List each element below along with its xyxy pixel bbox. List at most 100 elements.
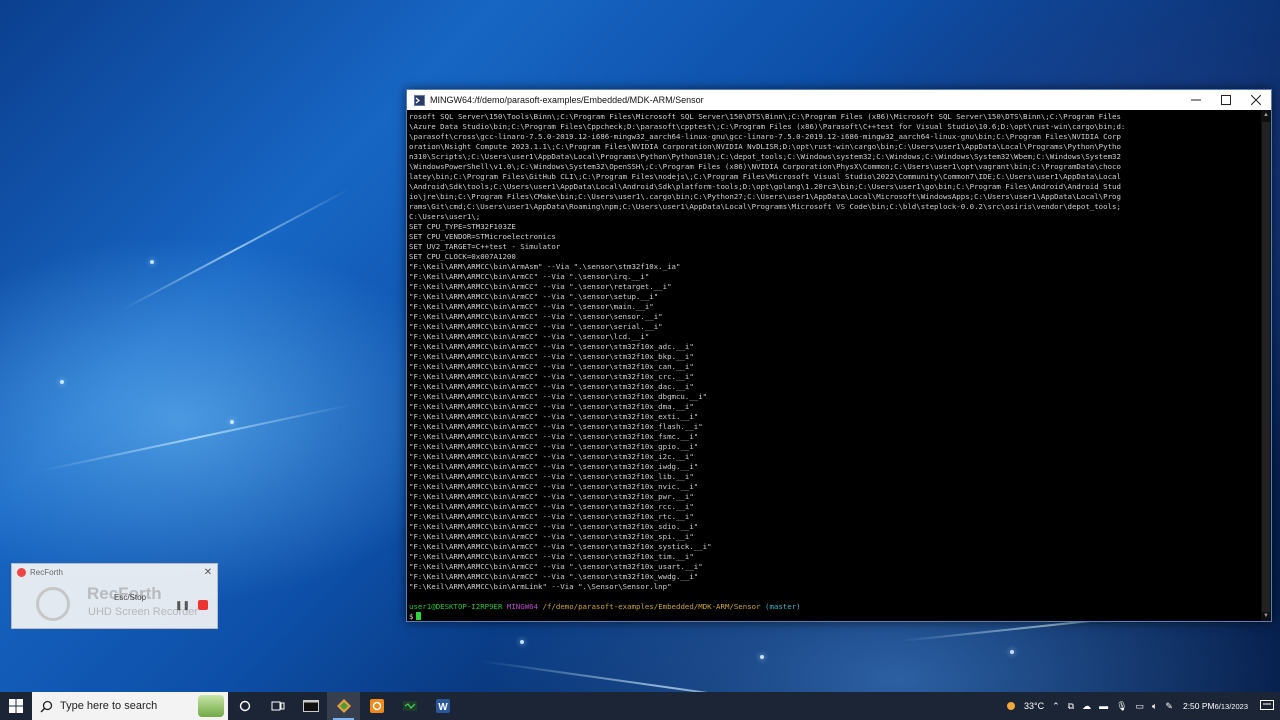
terminal-line: "F:\Keil\ARM\ARMCC\bin\ArmAsm" --Via ".\… [409,262,681,271]
git-icon[interactable] [327,692,360,720]
cortana-icon[interactable] [228,692,261,720]
terminal-line: "F:\Keil\ARM\ARMCC\bin\ArmCC" --Via ".\s… [409,562,703,571]
prompt-symbol: $ [409,612,414,621]
weather-temp: 33°C [1023,701,1045,711]
wallpaper-streak [39,403,354,472]
prompt-system: MINGW64 [506,602,539,611]
terminal-line: \Android\Sdk\tools;C:\Users\user1\AppDat… [409,182,1121,191]
terminal-line: rosoft SQL Server\150\Tools\Binn\;C:\Pro… [409,112,1121,121]
notification-icon[interactable] [1254,700,1280,712]
recorder-titlebar: RecForth ✕ [12,564,217,581]
terminal-line: "F:\Keil\ARM\ARMCC\bin\ArmCC" --Via ".\s… [409,392,708,401]
recorder-hint: Esc/Stop [114,593,147,602]
terminal-line: "F:\Keil\ARM\ARMCC\bin\ArmCC" --Via ".\s… [409,432,699,441]
terminal-line: "F:\Keil\ARM\ARMCC\bin\ArmCC" --Via ".\s… [409,472,694,481]
recorder-widget[interactable]: RecForth ✕ RecForth UHD Screen Recorder … [11,563,218,629]
tray-expand-icon[interactable]: ⌃ [1048,701,1064,712]
close-button[interactable] [1241,90,1271,110]
terminal-output[interactable]: rosoft SQL Server\150\Tools\Binn\;C:\Pro… [407,110,1261,621]
wallpaper-dot [520,640,524,644]
svg-text:W: W [438,702,448,713]
system-tray: 33°C ⌃ ⧉ ☁ ▬ 🎙︎ ▭ 🔈︎ ✎ 2:50 PM 6/13/2023 [1000,692,1280,720]
terminal-titlebar[interactable]: MINGW64:/f/demo/parasoft-examples/Embedd… [407,90,1271,110]
wallpaper-dot [60,380,64,384]
taskbar-search[interactable]: Type here to search [32,692,228,720]
terminal-line: "F:\Keil\ARM\ARMCC\bin\ArmCC" --Via ".\s… [409,292,659,301]
terminal-line: latey\bin;C:\Program Files\GitHub CLI\;C… [409,172,1121,181]
wallpaper-dot [760,655,764,659]
terminal-line: SET CPU_CLOCK=0x007A1200 [409,252,516,261]
terminal-line: \parasoft\cross\gcc-linaro-7.5.0-2019.12… [409,132,1121,141]
terminal-line: io\jre\bin;C:\Program Files\CMake\bin;C:… [409,192,1121,201]
start-button[interactable] [0,692,32,720]
terminal-line: "F:\Keil\ARM\ARMCC\bin\ArmCC" --Via ".\s… [409,462,699,471]
terminal-line: \WindowsPowerShell\v1.0\;C:\Windows\Syst… [409,162,1121,171]
terminal-line: "F:\Keil\ARM\ARMCC\bin\ArmCC" --Via ".\s… [409,512,694,521]
task-view-icon[interactable] [261,692,294,720]
terminal-line: "F:\Keil\ARM\ARMCC\bin\ArmCC" --Via ".\s… [409,362,694,371]
text-cursor [416,612,422,620]
terminal-line: "F:\Keil\ARM\ARMCC\bin\ArmCC" --Via ".\s… [409,332,650,341]
network-icon[interactable]: ▬ [1095,701,1112,711]
scroll-up-icon[interactable]: ▲ [1261,110,1271,120]
terminal-scrollbar[interactable]: ▲ ▼ [1261,110,1271,621]
terminal-icon[interactable] [294,692,327,720]
terminal-line: "F:\Keil\ARM\ARMCC\bin\ArmCC" --Via ".\s… [409,302,654,311]
terminal-input-line[interactable]: $ [409,612,1261,621]
volume-icon[interactable]: 🔈︎ [1148,701,1161,712]
display-icon[interactable]: ▭ [1132,701,1149,712]
terminal-line: "F:\Keil\ARM\ARMCC\bin\ArmCC" --Via ".\s… [409,282,672,291]
terminal-line: "F:\Keil\ARM\ARMCC\bin\ArmCC" --Via ".\s… [409,492,694,501]
terminal-line: "F:\Keil\ARM\ARMCC\bin\ArmCC" --Via ".\s… [409,452,694,461]
terminal-line: "F:\Keil\ARM\ARMCC\bin\ArmCC" --Via ".\s… [409,352,694,361]
clock[interactable]: 2:50 PM 6/13/2023 [1177,701,1254,712]
scrollbar-thumb[interactable] [1262,122,1270,612]
wallpaper-dot [230,420,234,424]
onedrive-icon[interactable]: ☁ [1078,701,1095,712]
pen-icon[interactable]: ✎ [1161,701,1177,712]
word-icon[interactable]: W [426,692,459,720]
wallpaper-dot [150,260,154,264]
terminal-line: "F:\Keil\ARM\ARMCC\bin\ArmCC" --Via ".\s… [409,312,663,321]
weather-icon [1006,702,1015,710]
weather-widget[interactable]: 33°C [1000,699,1048,713]
terminal-line: "F:\Keil\ARM\ARMCC\bin\ArmCC" --Via ".\s… [409,372,694,381]
prompt-user: user1@DESKTOP-I2RP9ER [409,602,503,611]
wallpaper-dot [1010,650,1014,654]
terminal-prompt: user1@DESKTOP-I2RP9ER MINGW64 /f/demo/pa… [409,602,1261,612]
scroll-down-icon[interactable]: ▼ [1261,611,1271,621]
wallpaper-streak [119,188,351,312]
recorder-title: RecForth [30,568,63,577]
minimize-button[interactable] [1181,90,1211,110]
terminal-line: "F:\Keil\ARM\ARMCC\bin\ArmLink" --Via ".… [409,582,672,591]
search-highlight-icon [198,695,224,717]
mingw-icon [413,94,425,106]
terminal-line: "F:\Keil\ARM\ARMCC\bin\ArmCC" --Via ".\s… [409,552,694,561]
tray-app-icon[interactable]: ⧉ [1064,701,1078,712]
terminal-window[interactable]: MINGW64:/f/demo/parasoft-examples/Embedd… [406,89,1272,622]
pause-icon[interactable]: ❚❚ [175,600,190,611]
terminal-line: "F:\Keil\ARM\ARMCC\bin\ArmCC" --Via ".\s… [409,272,650,281]
recorder-close-icon[interactable]: ✕ [199,567,217,578]
stop-button[interactable] [198,600,208,610]
terminal-line: "F:\Keil\ARM\ARMCC\bin\ArmCC" --Via ".\s… [409,522,699,531]
terminal-line: "F:\Keil\ARM\ARMCC\bin\ArmCC" --Via ".\s… [409,482,699,491]
terminal-line: SET UV2_TARGET=C++test - Simulator [409,242,561,251]
qt-icon[interactable] [393,692,426,720]
terminal-line: SET CPU_TYPE=STM32F103ZE [409,222,516,231]
terminal-line: "F:\Keil\ARM\ARMCC\bin\ArmCC" --Via ".\s… [409,402,694,411]
maximize-button[interactable] [1211,90,1241,110]
app-orange-icon[interactable] [360,692,393,720]
windows-icon [9,699,23,713]
recorder-logo-icon [36,587,70,621]
terminal-line: \Azure Data Studio\bin;C:\Program Files\… [409,122,1126,131]
terminal-line: "F:\Keil\ARM\ARMCC\bin\ArmCC" --Via ".\s… [409,572,699,581]
terminal-line: "F:\Keil\ARM\ARMCC\bin\ArmCC" --Via ".\s… [409,542,712,551]
taskbar: Type here to search W 33°C ⌃ ⧉ ☁ ▬ 🎙︎ ▭ … [0,692,1280,720]
terminal-line: "F:\Keil\ARM\ARMCC\bin\ArmCC" --Via ".\s… [409,442,699,451]
terminal-line: "F:\Keil\ARM\ARMCC\bin\ArmCC" --Via ".\s… [409,502,694,511]
search-placeholder: Type here to search [60,700,158,712]
record-icon [17,568,26,577]
microphone-icon[interactable]: 🎙︎ [1112,701,1131,712]
